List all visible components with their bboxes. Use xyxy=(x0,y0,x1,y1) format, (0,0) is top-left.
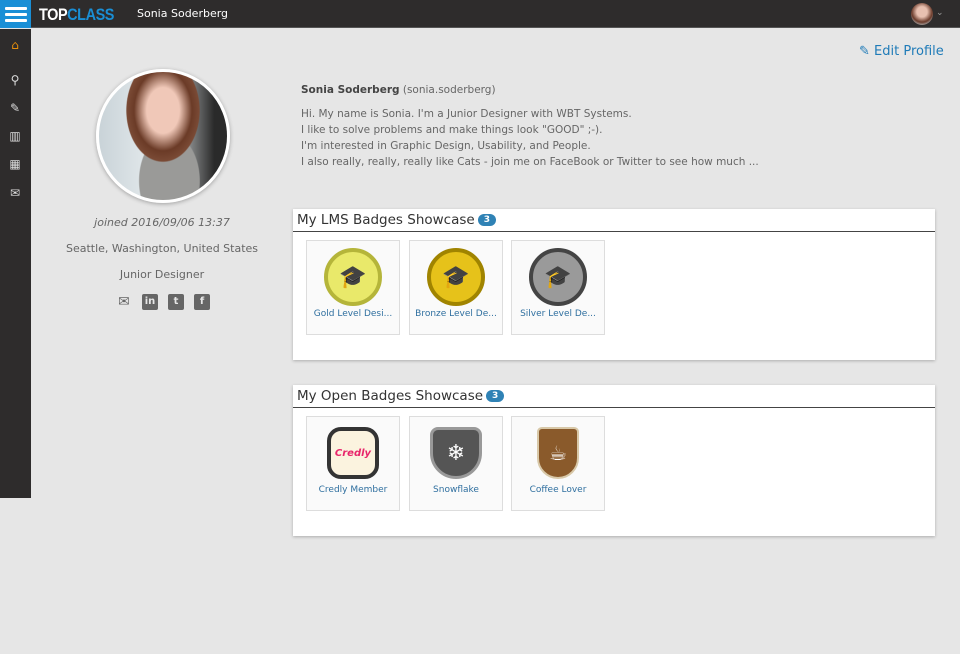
panel-title: My LMS Badges Showcase 3 xyxy=(297,212,496,228)
logo[interactable]: TOPCLASS xyxy=(39,5,114,25)
chevron-down-icon[interactable]: ⌄ xyxy=(936,8,944,18)
catalog-icon[interactable]: ▥ xyxy=(7,129,23,143)
bio: Sonia Soderberg (sonia.soderberg) Hi. My… xyxy=(301,82,759,170)
social-links: ✉ in t f xyxy=(116,294,210,310)
snowflake-badge-image: ❄ xyxy=(430,427,482,479)
edit-profile-link[interactable]: ✎ Edit Profile xyxy=(859,44,944,59)
badge-card[interactable]: 🎓 Gold Level Desi... xyxy=(306,240,400,335)
job-title: Junior Designer xyxy=(119,268,205,281)
lms-badges-panel: My LMS Badges Showcase 3 🎓 Gold Level Desi… xyxy=(293,209,935,360)
divider xyxy=(293,407,935,408)
divider xyxy=(293,231,935,232)
bio-name: Sonia Soderberg xyxy=(301,84,400,96)
open-badges-panel: My Open Badges Showcase 3 Credly Credly Me… xyxy=(293,385,935,536)
badge-card[interactable]: Credly Credly Member xyxy=(306,416,400,511)
panel-title: My Open Badges Showcase 3 xyxy=(297,388,505,404)
bio-line: I also really, really, really like Cats … xyxy=(301,156,759,168)
bio-line: Hi. My name is Sonia. I'm a Junior Desig… xyxy=(301,108,632,120)
linkedin-icon[interactable]: in xyxy=(142,294,158,310)
calendar-icon[interactable]: ▦ xyxy=(7,157,23,171)
bio-handle: (sonia.soderberg) xyxy=(402,84,496,96)
badge-card[interactable]: ❄ Snowflake xyxy=(409,416,503,511)
graduation-cap-icon: 🎓 xyxy=(324,248,382,306)
count-badge: 3 xyxy=(477,214,496,226)
bio-line: I'm interested in Graphic Design, Usabil… xyxy=(301,140,591,152)
facebook-icon[interactable]: f xyxy=(194,294,210,310)
badge-card[interactable]: ☕ Coffee Lover xyxy=(511,416,605,511)
edit-icon[interactable]: ✎ xyxy=(7,101,23,115)
credly-badge-image: Credly xyxy=(327,427,379,479)
search-icon[interactable]: ⚲ xyxy=(7,73,23,87)
bio-line: I like to solve problems and make things… xyxy=(301,124,603,136)
badge-card[interactable]: 🎓 Bronze Level De... xyxy=(409,240,503,335)
graduation-cap-icon: 🎓 xyxy=(529,248,587,306)
graduation-cap-icon: 🎓 xyxy=(427,248,485,306)
mail-icon[interactable]: ✉ xyxy=(7,186,23,200)
user-avatar[interactable] xyxy=(911,3,933,25)
badge-card[interactable]: 🎓 Silver Level De... xyxy=(511,240,605,335)
mail-icon[interactable]: ✉ xyxy=(116,294,132,310)
menu-icon[interactable] xyxy=(0,0,31,28)
coffee-badge-image: ☕ xyxy=(537,427,579,479)
location: Seattle, Washington, United States xyxy=(65,242,259,255)
profile-photo xyxy=(96,69,230,203)
sidebar: ⌂ ⚲ ✎ ▥ ▦ ✉ xyxy=(0,29,31,498)
twitter-icon[interactable]: t xyxy=(168,294,184,310)
joined-date: joined 2016/09/06 13:37 xyxy=(94,216,230,229)
header-username: Sonia Soderberg xyxy=(137,7,229,20)
top-bar: TOPCLASS Sonia Soderberg ⌄ xyxy=(0,0,960,28)
count-badge: 3 xyxy=(486,390,505,402)
home-icon[interactable]: ⌂ xyxy=(7,38,23,52)
pencil-icon: ✎ xyxy=(859,44,870,59)
